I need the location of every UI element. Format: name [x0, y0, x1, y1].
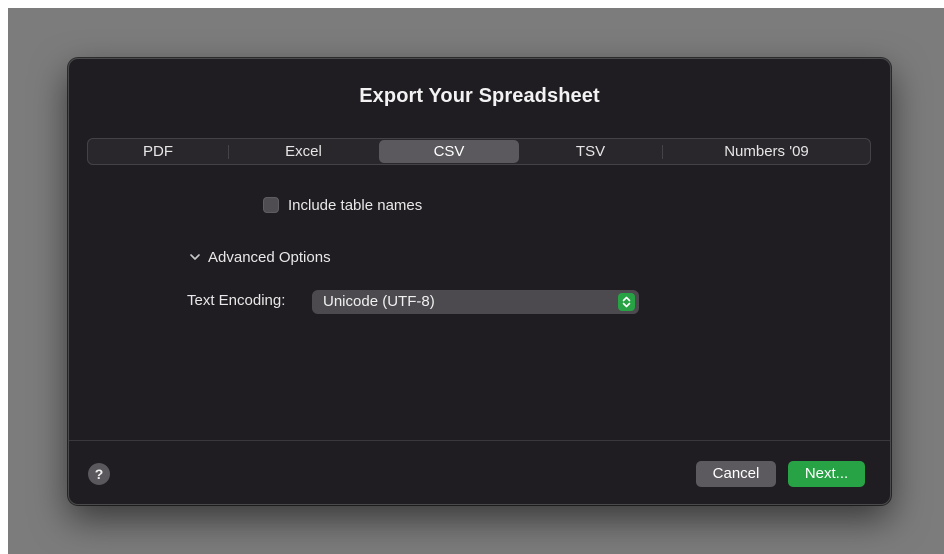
tab-numbers-09[interactable]: Numbers '09 [663, 140, 870, 163]
footer-divider [69, 440, 890, 441]
export-dialog: Export Your Spreadsheet PDF Excel CSV TS… [68, 58, 891, 505]
tab-tsv[interactable]: TSV [520, 140, 661, 163]
include-table-names-checkbox[interactable] [263, 197, 279, 213]
include-table-names-label[interactable]: Include table names [288, 197, 422, 214]
next-button[interactable]: Next... [788, 461, 865, 487]
chevron-down-icon[interactable] [189, 251, 201, 263]
advanced-options-disclosure[interactable]: Advanced Options [189, 247, 331, 267]
text-encoding-value[interactable]: Unicode (UTF-8) [323, 290, 435, 314]
tab-excel[interactable]: Excel [229, 140, 378, 163]
include-table-names-option[interactable]: Include table names [263, 195, 422, 215]
up-down-chevron-icon [622, 296, 631, 308]
advanced-options-label[interactable]: Advanced Options [208, 249, 331, 266]
text-encoding-label: Text Encoding: [187, 292, 286, 309]
cancel-button[interactable]: Cancel [696, 461, 776, 487]
format-tab-bar: PDF Excel CSV TSV Numbers '09 [87, 138, 871, 165]
tab-csv[interactable]: CSV [379, 140, 519, 163]
select-stepper[interactable] [618, 293, 635, 311]
dialog-title: Export Your Spreadsheet [359, 85, 600, 107]
help-icon[interactable]: ? [88, 463, 110, 485]
tab-pdf[interactable]: PDF [89, 140, 227, 163]
text-encoding-select[interactable]: Unicode (UTF-8) [312, 290, 639, 314]
